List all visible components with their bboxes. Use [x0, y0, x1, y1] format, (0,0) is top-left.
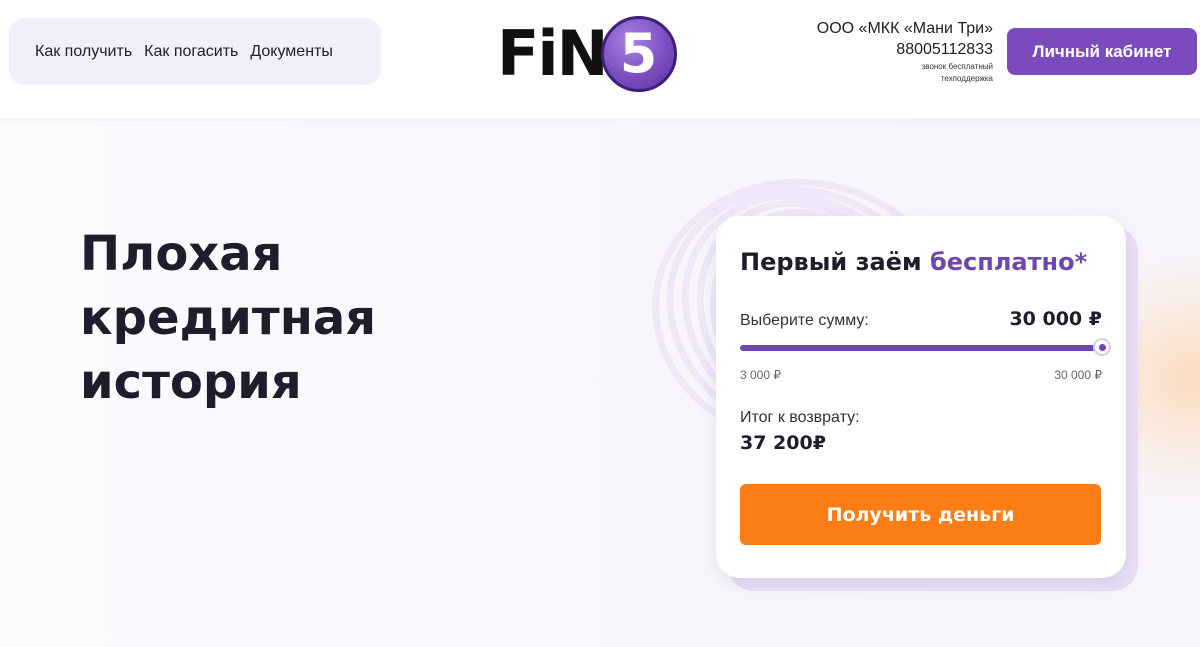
hero-title-line1: Плохая	[80, 226, 283, 282]
company-phone[interactable]: 88005112833	[817, 39, 993, 60]
hero-title-line2: кредитная	[80, 290, 377, 346]
loan-calculator-card: Первый заём бесплатно* Выберите сумму: 3…	[716, 216, 1126, 578]
calculator-title-accent: бесплатно*	[930, 248, 1088, 276]
nav-link-documents[interactable]: Документы	[250, 43, 332, 61]
sum-value: 30 000 ₽	[1009, 308, 1102, 330]
logo-five-circle: 5	[600, 16, 677, 92]
sum-label: Выберите сумму:	[740, 312, 869, 329]
amount-slider[interactable]	[740, 338, 1111, 356]
slider-thumb[interactable]	[1093, 338, 1111, 356]
main-nav: Как получить Как погасить Документы	[9, 18, 381, 85]
company-info: ООО «МКК «Мани Три» 88005112833 звонок б…	[817, 18, 993, 84]
phone-note-free: звонок бесплатный	[921, 62, 993, 71]
personal-account-button[interactable]: Личный кабинет	[1007, 28, 1197, 75]
fin5-logo[interactable]: FiN 5	[497, 14, 677, 94]
site-header: Как получить Как погасить Документы FiN …	[0, 0, 1200, 118]
nav-link-how-to-get[interactable]: Как получить	[35, 43, 132, 61]
calculator-title: Первый заём бесплатно*	[740, 248, 1087, 276]
slider-min-label: 3 000 ₽	[740, 368, 781, 382]
hero-title: Плохая кредитная история	[80, 222, 500, 414]
total-value: 37 200₽	[740, 432, 826, 454]
slider-max-label: 30 000 ₽	[1054, 368, 1102, 382]
hero-section: Плохая кредитная история Первый заём бес…	[0, 118, 1200, 647]
nav-link-how-to-repay[interactable]: Как погасить	[144, 43, 238, 61]
phone-note-support: техподдержка	[940, 74, 993, 83]
slider-fill	[740, 345, 1102, 351]
calculator-title-main: Первый заём	[740, 248, 922, 276]
logo-text: FiN	[497, 17, 608, 90]
get-money-button[interactable]: Получить деньги	[740, 484, 1101, 545]
company-name: ООО «МКК «Мани Три»	[816, 20, 993, 37]
total-label: Итог к возврату:	[740, 409, 860, 426]
hero-title-line3: история	[80, 354, 302, 410]
